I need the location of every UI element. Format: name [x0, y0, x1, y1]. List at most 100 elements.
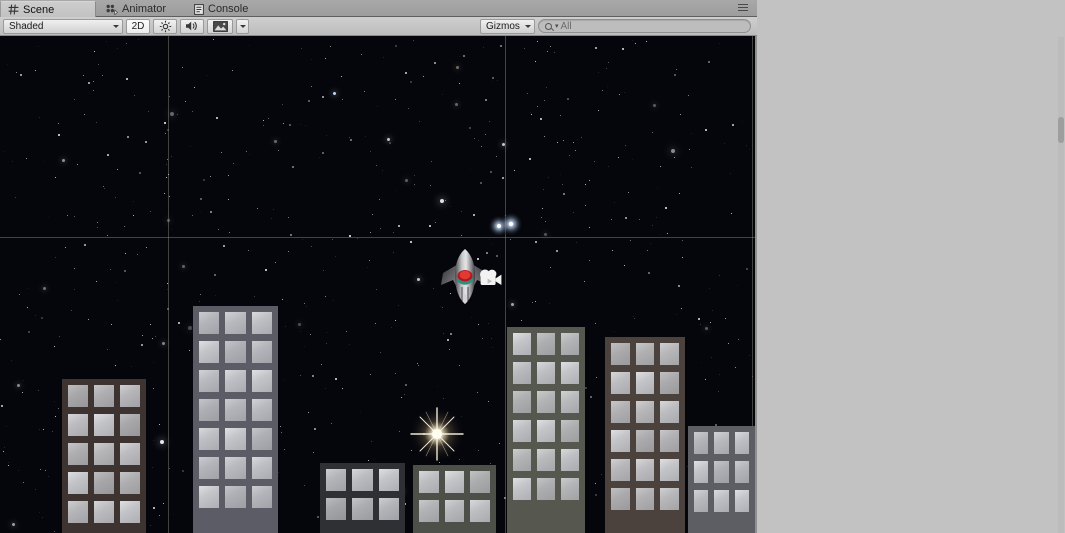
star	[364, 90, 366, 92]
star	[58, 408, 59, 410]
tab-scene[interactable]: Scene	[0, 1, 96, 17]
star	[550, 46, 552, 48]
star	[422, 432, 425, 435]
star	[257, 207, 259, 209]
star-faint	[199, 211, 201, 213]
star-faint	[324, 388, 326, 390]
star	[357, 238, 359, 240]
main-camera-gizmo-icon[interactable]	[478, 268, 504, 290]
star-faint	[7, 63, 9, 65]
star	[199, 301, 201, 303]
building-sprite[interactable]	[62, 379, 146, 533]
star-faint	[304, 125, 306, 127]
tab-animator[interactable]: Animator	[96, 1, 188, 17]
star	[97, 63, 99, 65]
star-faint	[711, 357, 713, 359]
building-window	[68, 501, 88, 523]
scene-viewport[interactable]	[0, 36, 755, 533]
star	[531, 114, 533, 116]
toggle-2d-button[interactable]: 2D	[126, 18, 150, 34]
star	[498, 443, 500, 445]
draw-mode-dropdown[interactable]: Shaded	[3, 18, 123, 34]
lighting-toggle-button[interactable]	[153, 18, 177, 34]
image-icon	[212, 20, 228, 32]
star-faint	[318, 157, 320, 159]
star-faint	[42, 517, 44, 519]
star-faint	[460, 416, 462, 418]
star	[419, 120, 421, 122]
star-faint	[152, 440, 154, 442]
star	[610, 218, 612, 220]
gizmos-dropdown[interactable]: Gizmos	[480, 18, 535, 34]
star-faint	[205, 74, 207, 76]
building-sprite[interactable]	[507, 327, 585, 533]
hierarchy-scrollbar-thumb[interactable]	[1058, 117, 1064, 143]
star	[380, 351, 382, 353]
star	[324, 295, 326, 297]
building-window	[611, 430, 630, 452]
building-sprite[interactable]	[193, 306, 278, 533]
building-sprite[interactable]	[413, 465, 496, 533]
star	[284, 448, 286, 450]
building-window	[611, 459, 630, 481]
star	[282, 123, 284, 125]
star	[137, 253, 139, 255]
star-faint	[548, 176, 550, 178]
scene-panel-menu-icon[interactable]	[735, 2, 751, 14]
chevron-down-icon	[525, 24, 531, 28]
star	[321, 363, 322, 365]
audio-toggle-button[interactable]	[180, 18, 204, 34]
star	[170, 156, 172, 158]
star	[92, 81, 94, 83]
star	[409, 81, 412, 84]
building-window	[635, 401, 655, 423]
building-sprite[interactable]	[688, 426, 755, 533]
hierarchy-scrollbar[interactable]	[1058, 37, 1064, 533]
star	[674, 156, 676, 158]
star	[37, 389, 39, 391]
building-window	[513, 333, 531, 355]
building-window	[513, 449, 531, 471]
scene-search-input[interactable]: ▾ All	[538, 19, 751, 33]
building-window	[251, 457, 272, 479]
star	[428, 224, 431, 227]
star	[165, 133, 166, 135]
building-window	[225, 486, 246, 508]
scene-effects-dropdown[interactable]	[236, 18, 249, 34]
star-faint	[248, 44, 250, 46]
building-sprite[interactable]	[320, 463, 405, 533]
building-sprite[interactable]	[605, 337, 685, 533]
star	[534, 60, 536, 62]
tab-console[interactable]: Console	[188, 1, 280, 17]
star-faint	[737, 284, 739, 286]
building-window	[537, 391, 555, 413]
star-faint	[469, 169, 471, 171]
star	[535, 301, 536, 303]
star	[268, 117, 270, 119]
chevron-down-icon	[113, 24, 119, 28]
scene-panel: Scene Animator Console Shaded 2D Gizmos …	[0, 0, 757, 533]
building-window	[225, 428, 246, 450]
star	[312, 375, 315, 378]
star	[625, 145, 627, 146]
star	[541, 208, 543, 210]
star-faint	[588, 359, 590, 361]
star	[554, 52, 555, 53]
building-window	[694, 490, 709, 512]
star-faint	[749, 149, 751, 150]
star	[403, 393, 405, 395]
star	[462, 54, 465, 57]
grid-line-horizontal	[0, 237, 755, 238]
star-faint	[723, 143, 725, 145]
star	[103, 187, 105, 189]
star	[94, 51, 96, 53]
scene-effects-button[interactable]	[207, 18, 233, 34]
star	[210, 176, 212, 178]
building-window	[94, 501, 114, 523]
star	[698, 317, 701, 320]
star	[20, 73, 23, 76]
star	[334, 378, 337, 381]
star	[84, 243, 87, 246]
star	[474, 137, 476, 139]
star-faint	[390, 327, 392, 329]
